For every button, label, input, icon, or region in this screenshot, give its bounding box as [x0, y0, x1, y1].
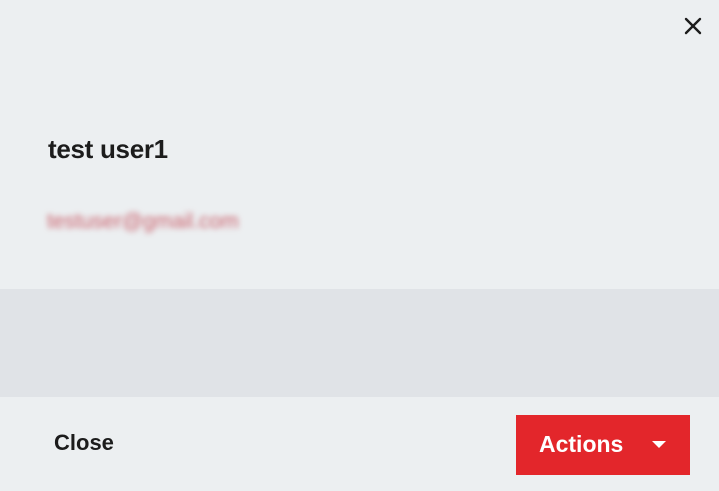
actions-button[interactable]: Actions: [516, 415, 690, 475]
close-icon[interactable]: [680, 13, 706, 39]
content-band: [0, 289, 719, 397]
user-email: testuser@gmail.com: [47, 210, 239, 233]
actions-button-label: Actions: [539, 431, 624, 457]
user-name: test user1: [48, 134, 168, 164]
user-dialog: test user1 testuser@gmail.com Close Acti…: [0, 0, 719, 491]
close-button[interactable]: Close: [54, 430, 114, 456]
dialog-footer: Close Actions: [0, 397, 719, 491]
caret-down-icon: [652, 441, 666, 448]
